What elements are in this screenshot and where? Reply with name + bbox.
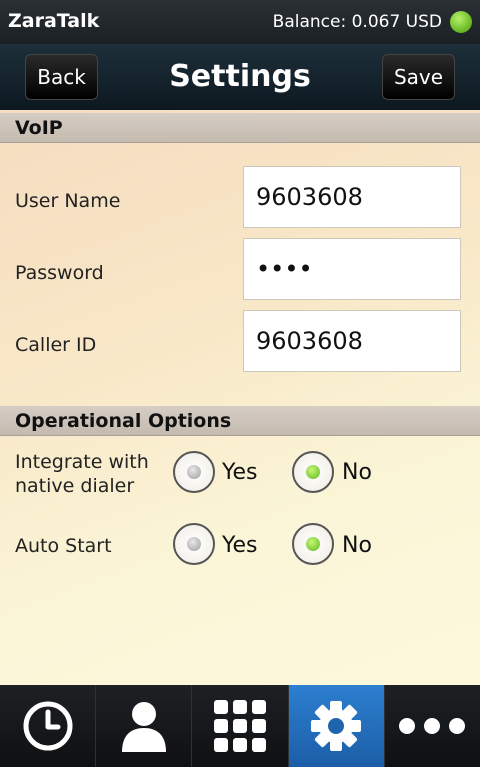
auto-start-no-radio[interactable] xyxy=(292,523,334,565)
bottom-tab-bar xyxy=(0,685,480,767)
section-operational: Operational Options xyxy=(0,406,480,436)
username-field[interactable]: 9603608 xyxy=(243,166,461,228)
balance-text: Balance: 0.067 USD xyxy=(272,12,442,32)
auto-start-no-label: No xyxy=(342,533,372,558)
clock-icon xyxy=(23,701,73,751)
settings-content: VoIP User Name 9603608 Password •••• Cal… xyxy=(0,110,480,685)
integrate-label-line1: Integrate with xyxy=(15,451,149,473)
tab-more[interactable] xyxy=(385,685,480,767)
integrate-label-line2: native dialer xyxy=(15,475,135,497)
save-button[interactable]: Save xyxy=(382,54,455,100)
tab-contacts[interactable] xyxy=(96,685,193,767)
auto-start-label: Auto Start xyxy=(15,535,112,557)
integrate-yes-label: Yes xyxy=(222,460,258,485)
status-bar: ZaraTalk Balance: 0.067 USD xyxy=(0,0,480,44)
integrate-no-radio[interactable] xyxy=(292,451,334,493)
tab-dialpad[interactable] xyxy=(192,685,289,767)
integrate-label: Integrate with native dialer xyxy=(15,450,149,498)
integrate-yes-radio[interactable] xyxy=(173,451,215,493)
dialpad-icon xyxy=(214,700,266,752)
password-label: Password xyxy=(15,262,104,284)
caller-id-label: Caller ID xyxy=(15,334,97,356)
auto-start-yes-label: Yes xyxy=(222,533,258,558)
more-icon xyxy=(399,718,466,734)
tab-history[interactable] xyxy=(0,685,97,767)
integrate-no-label: No xyxy=(342,460,372,485)
app-name: ZaraTalk xyxy=(8,10,100,32)
header: Back Settings Save xyxy=(0,44,480,110)
auto-start-yes-radio[interactable] xyxy=(173,523,215,565)
contacts-icon xyxy=(121,702,166,752)
gear-icon xyxy=(311,701,362,751)
section-voip: VoIP xyxy=(0,113,480,143)
caller-id-field[interactable]: 9603608 xyxy=(243,310,461,372)
status-indicator-icon xyxy=(450,11,472,33)
password-field[interactable]: •••• xyxy=(243,238,461,300)
tab-settings[interactable] xyxy=(288,685,385,767)
username-label: User Name xyxy=(15,190,121,212)
